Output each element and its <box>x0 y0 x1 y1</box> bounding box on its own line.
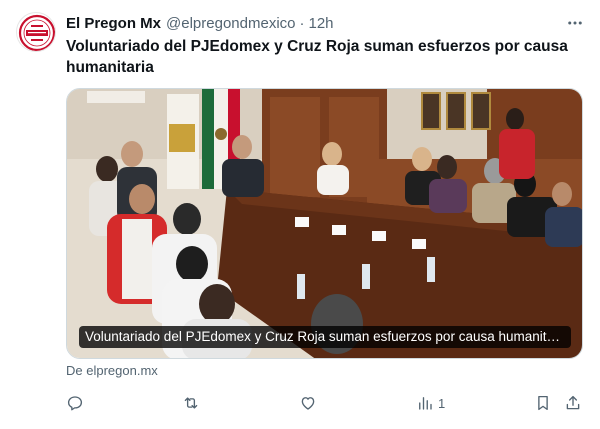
retweet-icon <box>184 397 198 409</box>
card-source[interactable]: De elpregon.mx <box>66 363 158 378</box>
tweet-text: Voluntariado del PJEdomex y Cruz Roja su… <box>66 38 568 76</box>
reply-icon <box>67 396 83 411</box>
views-button[interactable]: 1 <box>416 392 445 414</box>
card-photo <box>67 89 582 358</box>
more-dots-icon <box>568 21 582 25</box>
views-chart-icon <box>419 397 432 410</box>
share-icon <box>566 395 580 410</box>
heart-icon <box>301 397 315 410</box>
more-button[interactable] <box>564 12 586 34</box>
author-handle[interactable]: @elpregondmexico <box>166 15 295 32</box>
tweet-header: El Pregon Mx @elpregondmexico · 12h <box>66 12 334 34</box>
separator-dot: · <box>299 14 305 32</box>
views-count: 1 <box>438 395 446 411</box>
bookmark-icon <box>538 395 548 411</box>
card-title: Voluntariado del PJEdomex y Cruz Roja su… <box>79 326 571 348</box>
avatar[interactable] <box>16 12 56 52</box>
reply-button[interactable] <box>66 392 84 414</box>
retweet-button[interactable] <box>182 392 200 414</box>
tweet[interactable]: El Pregon Mx @elpregondmexico · 12h Volu… <box>0 0 600 429</box>
share-button[interactable] <box>564 392 582 414</box>
link-card[interactable]: Voluntariado del PJEdomex y Cruz Roja su… <box>66 88 583 359</box>
action-bar: 1 <box>60 392 590 414</box>
like-button[interactable] <box>299 392 317 414</box>
author-name[interactable]: El Pregon Mx <box>66 15 161 32</box>
bookmark-button[interactable] <box>534 392 552 414</box>
el-pregon-logo-icon <box>18 14 55 51</box>
tweet-timestamp[interactable]: 12h <box>309 15 334 32</box>
